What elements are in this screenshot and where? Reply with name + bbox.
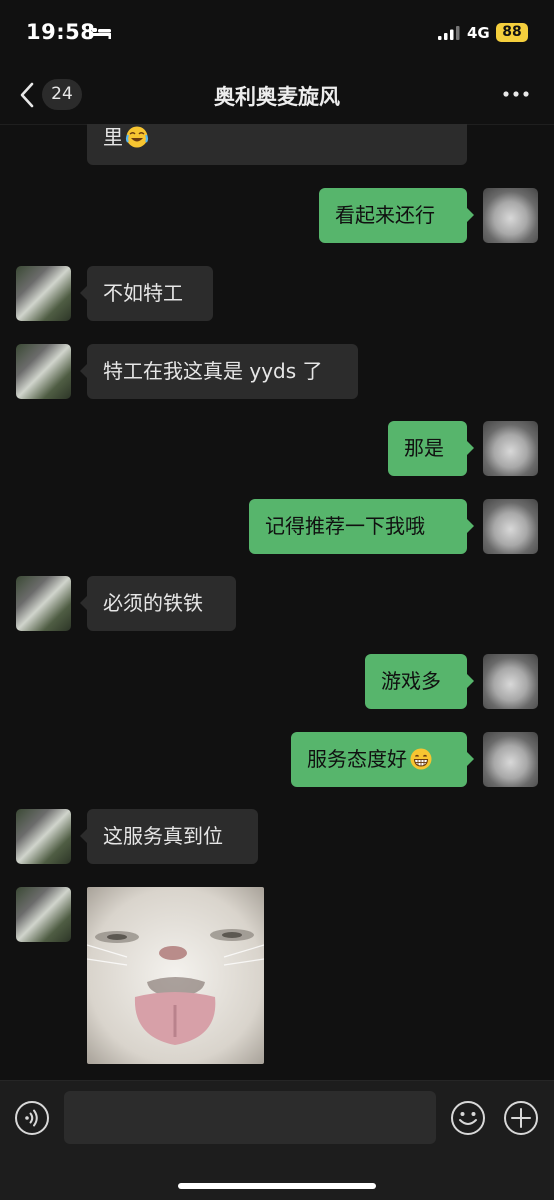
chat-screen: 19:58 4G 88 24 奥利奥麦旋风 里 看起来还行 不如特工 特工在我这… xyxy=(0,0,554,1200)
avatar-friend[interactable] xyxy=(16,576,71,631)
message-list[interactable]: 里 看起来还行 不如特工 特工在我这真是 yyds 了 那是 记得推荐一下我哦 … xyxy=(0,124,554,1080)
status-time: 19:58 xyxy=(26,20,96,44)
avatar-friend[interactable] xyxy=(16,344,71,399)
battery-indicator: 88 xyxy=(496,23,528,42)
grinning-emoji-icon xyxy=(410,748,432,769)
message-bubble-incoming[interactable]: 这服务真到位 xyxy=(80,809,258,864)
network-type: 4G xyxy=(467,24,490,42)
avatar-friend[interactable] xyxy=(16,266,71,321)
voice-icon[interactable] xyxy=(14,1100,50,1136)
input-bar xyxy=(0,1080,554,1200)
signal-bars-icon xyxy=(438,26,460,40)
message-bubble-outgoing[interactable]: 游戏多 xyxy=(365,654,474,709)
chat-title: 奥利奥麦旋风 xyxy=(214,85,340,109)
status-bar: 19:58 4G 88 xyxy=(0,0,554,66)
cat-sticker-image[interactable] xyxy=(87,887,264,1064)
message-bubble-incoming[interactable]: 特工在我这真是 yyds 了 xyxy=(80,344,358,399)
avatar-self[interactable] xyxy=(483,499,538,554)
avatar-self[interactable] xyxy=(483,654,538,709)
message-bubble-outgoing[interactable]: 那是 xyxy=(388,421,474,476)
nav-bar: 24 奥利奥麦旋风 xyxy=(0,66,554,125)
message-input[interactable] xyxy=(64,1091,436,1144)
message-bubble-outgoing[interactable]: 服务态度好 xyxy=(291,732,474,787)
message-bubble-outgoing[interactable]: 看起来还行 xyxy=(319,188,474,243)
cat-sticker-icon xyxy=(87,887,264,1064)
message-bubble-outgoing[interactable]: 记得推荐一下我哦 xyxy=(249,499,474,554)
crying-laughing-emoji-icon xyxy=(125,126,149,147)
message-bubble-incoming[interactable]: 里 xyxy=(87,124,467,165)
avatar-self[interactable] xyxy=(483,188,538,243)
message-bubble-incoming[interactable]: 不如特工 xyxy=(80,266,213,321)
avatar-self[interactable] xyxy=(483,732,538,787)
home-indicator[interactable] xyxy=(178,1183,376,1189)
emoji-icon[interactable] xyxy=(450,1100,486,1136)
plus-icon[interactable] xyxy=(503,1100,539,1136)
more-icon[interactable] xyxy=(500,84,532,104)
message-bubble-incoming[interactable]: 必须的铁铁 xyxy=(80,576,236,631)
avatar-self[interactable] xyxy=(483,421,538,476)
bed-icon xyxy=(89,26,111,39)
avatar-friend[interactable] xyxy=(16,887,71,942)
avatar-friend[interactable] xyxy=(16,809,71,864)
